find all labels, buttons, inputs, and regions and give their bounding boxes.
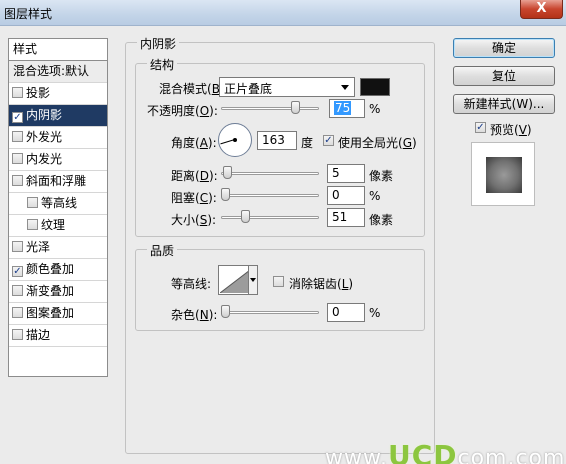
choke-slider-thumb[interactable]	[221, 188, 230, 201]
style-item[interactable]: 图案叠加	[9, 303, 107, 325]
chevron-down-icon	[341, 85, 349, 90]
style-item-label: 投影	[26, 86, 51, 100]
layer-style-dialog: 样式 混合选项:默认 投影 ✓ 内阴影 外发光 内发光 斜面和浮雕 等高线 纹理 光泽 ✓ 颜色叠加…	[0, 26, 566, 464]
style-item[interactable]: 描边	[9, 325, 107, 347]
style-item-checkbox[interactable]	[27, 219, 38, 230]
angle-unit: 度	[301, 136, 314, 150]
opacity-slider-thumb[interactable]	[291, 101, 300, 114]
style-item-label: 内发光	[26, 152, 63, 166]
noise-input[interactable]: 0	[327, 303, 365, 322]
close-button[interactable]: X	[520, 0, 563, 19]
style-item[interactable]: 纹理	[9, 215, 107, 237]
style-item-label: 外发光	[26, 130, 63, 144]
distance-slider-thumb[interactable]	[223, 166, 232, 179]
global-light-checkbox[interactable]: ✓	[323, 135, 334, 146]
choke-input[interactable]: 0	[327, 186, 365, 205]
angle-dial[interactable]	[218, 123, 252, 157]
style-item[interactable]: 光泽	[9, 237, 107, 259]
preview-checkbox[interactable]: ✓	[475, 122, 486, 133]
style-item-label: 颜色叠加	[26, 262, 75, 276]
size-input[interactable]: 51	[327, 208, 365, 227]
noise-slider[interactable]	[221, 305, 319, 319]
style-item[interactable]: 内发光	[9, 149, 107, 171]
size-slider-thumb[interactable]	[241, 210, 250, 223]
style-item-checkbox[interactable]	[12, 87, 23, 98]
antialias-checkbox[interactable]	[273, 276, 284, 287]
watermark-logo: UCD	[387, 439, 458, 464]
style-item-label: 斜面和浮雕	[26, 174, 87, 188]
styles-list: 样式 混合选项:默认 投影 ✓ 内阴影 外发光 内发光 斜面和浮雕 等高线 纹理 光泽 ✓ 颜色叠加…	[8, 38, 108, 377]
shadow-color-swatch[interactable]	[360, 78, 390, 96]
contour-dropdown[interactable]	[248, 265, 258, 295]
style-item-checkbox[interactable]	[12, 153, 23, 164]
style-item-label: 内阴影	[26, 108, 63, 122]
size-unit: 像素	[369, 213, 394, 227]
size-label: 大小(S):	[171, 213, 217, 227]
style-item[interactable]: 斜面和浮雕	[9, 171, 107, 193]
style-item-checkbox[interactable]	[12, 307, 23, 318]
style-item-checkbox[interactable]	[12, 131, 23, 142]
choke-unit: %	[369, 189, 381, 203]
style-item[interactable]: 渐变叠加	[9, 281, 107, 303]
style-item[interactable]: ✓ 内阴影	[9, 105, 107, 127]
new-style-button[interactable]: 新建样式(W)...	[453, 94, 555, 114]
noise-label: 杂色(N):	[171, 308, 218, 322]
style-item[interactable]: 外发光	[9, 127, 107, 149]
style-item-checkbox[interactable]: ✓	[12, 266, 23, 277]
size-slider[interactable]	[221, 210, 319, 224]
preview-swatch	[486, 157, 522, 193]
style-preview	[471, 142, 535, 206]
blend-mode-select[interactable]: 正片叠底	[219, 77, 355, 97]
opacity-unit: %	[369, 102, 381, 116]
structure-title: 结构	[147, 56, 178, 73]
preview-label[interactable]: 预览(V)	[490, 121, 532, 138]
style-item[interactable]: ✓ 颜色叠加	[9, 259, 107, 281]
global-light-label[interactable]: 使用全局光(G)	[338, 134, 417, 151]
opacity-input[interactable]: 75	[329, 99, 365, 118]
blend-options-item[interactable]: 混合选项:默认	[9, 61, 107, 83]
style-item-checkbox[interactable]	[12, 175, 23, 186]
style-item-checkbox[interactable]	[12, 285, 23, 296]
distance-slider[interactable]	[221, 166, 319, 180]
noise-slider-thumb[interactable]	[221, 305, 230, 318]
reset-button[interactable]: 复位	[453, 66, 555, 86]
style-item-label: 等高线	[41, 196, 78, 210]
style-item-label: 描边	[26, 328, 51, 342]
style-item[interactable]: 投影	[9, 83, 107, 105]
angle-label: 角度(A):	[171, 136, 217, 150]
noise-unit: %	[369, 306, 381, 320]
style-item-checkbox[interactable]: ✓	[12, 112, 23, 123]
inner-shadow-title: 内阴影	[137, 35, 180, 52]
styles-header[interactable]: 样式	[9, 39, 107, 61]
angle-input[interactable]: 163	[257, 131, 297, 150]
style-item-label: 纹理	[41, 218, 66, 232]
style-item-checkbox[interactable]	[27, 197, 38, 208]
chevron-down-icon	[250, 278, 256, 282]
style-item-label: 光泽	[26, 240, 51, 254]
choke-label: 阻塞(C):	[171, 191, 217, 205]
ok-button[interactable]: 确定	[453, 38, 555, 58]
distance-label: 距离(D):	[171, 169, 218, 183]
opacity-slider[interactable]	[221, 101, 319, 115]
title-bar: 图层样式 X	[0, 0, 566, 26]
contour-label: 等高线:	[171, 277, 212, 291]
antialias-label[interactable]: 消除锯齿(L)	[289, 275, 353, 292]
opacity-label: 不透明度(O):	[147, 104, 218, 118]
distance-unit: 像素	[369, 169, 394, 183]
blend-mode-value: 正片叠底	[224, 82, 273, 96]
style-item-checkbox[interactable]	[12, 241, 23, 252]
window-title: 图层样式	[4, 7, 53, 21]
style-item[interactable]: 等高线	[9, 193, 107, 215]
style-item-label: 图案叠加	[26, 306, 75, 320]
distance-input[interactable]: 5	[327, 164, 365, 183]
style-item-label: 渐变叠加	[26, 284, 75, 298]
choke-slider[interactable]	[221, 188, 319, 202]
style-item-checkbox[interactable]	[12, 329, 23, 340]
quality-title: 品质	[147, 242, 178, 259]
watermark: www.UCDcom.com	[325, 439, 565, 464]
